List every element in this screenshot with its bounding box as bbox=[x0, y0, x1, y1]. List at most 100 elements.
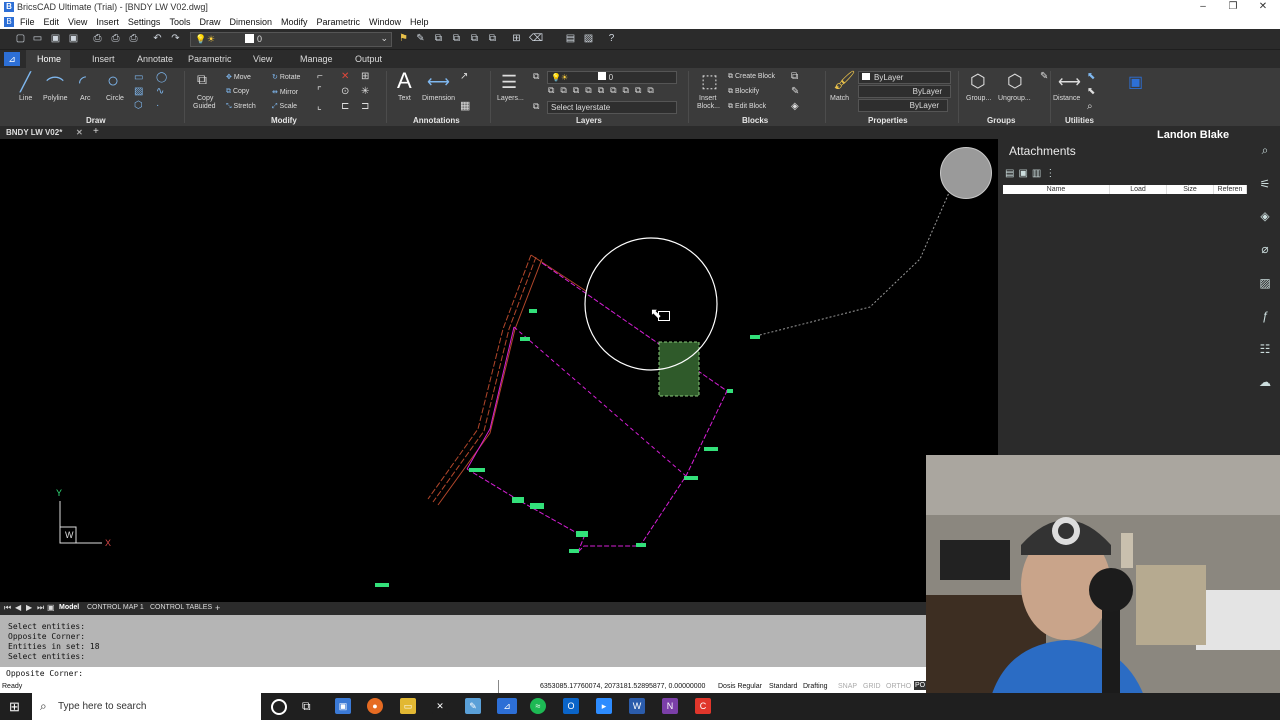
layer-tool-icon[interactable]: ⚑ bbox=[398, 33, 409, 44]
eraser-icon[interactable]: ⌫ bbox=[529, 33, 543, 44]
save-as-icon[interactable]: ▣ bbox=[68, 33, 79, 44]
menu-dimension[interactable]: Dimension bbox=[229, 17, 272, 27]
ungroup-icon[interactable]: ⬡ bbox=[1007, 71, 1023, 92]
menu-view[interactable]: View bbox=[68, 17, 87, 27]
navigation-wheel-icon[interactable] bbox=[940, 147, 992, 199]
close-icon[interactable]: ✕ bbox=[1248, 1, 1278, 13]
copy-guided-icon[interactable]: ⧉ bbox=[197, 71, 207, 88]
layers-panel-icon[interactable]: ◈ bbox=[1258, 209, 1272, 223]
document-tab[interactable]: BNDY LW V02* ✕ bbox=[0, 126, 96, 139]
plot-icon[interactable]: ⎙ bbox=[92, 33, 103, 44]
close-tab-icon[interactable]: ✕ bbox=[76, 126, 83, 139]
tab-insert[interactable]: Insert bbox=[92, 54, 115, 64]
command-line[interactable]: Opposite Corner: bbox=[0, 667, 926, 680]
layerstate-icon[interactable]: ⧉ bbox=[533, 101, 539, 112]
status-dimstyle[interactable]: Standard bbox=[769, 683, 797, 690]
drawing-canvas[interactable]: Y X W ⬉ bbox=[0, 139, 998, 602]
tab-parametric[interactable]: Parametric bbox=[188, 54, 232, 64]
attachments-icon[interactable]: ⌀ bbox=[1258, 242, 1272, 256]
insert-block-icon[interactable]: ⬚ bbox=[701, 71, 718, 92]
onenote-icon[interactable]: N bbox=[662, 698, 678, 714]
col-reference[interactable]: Referen bbox=[1213, 185, 1247, 194]
menu-settings[interactable]: Settings bbox=[128, 17, 161, 27]
first-layout-icon[interactable]: ⏮ bbox=[4, 603, 11, 613]
layer-walk-icon[interactable]: ⧉ bbox=[451, 33, 462, 44]
tab-model[interactable]: Model bbox=[59, 604, 79, 611]
app-c-icon[interactable]: C bbox=[695, 698, 711, 714]
hatch-icon[interactable]: ▨ bbox=[134, 86, 143, 97]
function-icon[interactable]: ƒ bbox=[1258, 309, 1272, 323]
bricscad-logo-icon[interactable]: ⊿ bbox=[4, 52, 20, 66]
scale-button[interactable]: ⤢ Scale bbox=[272, 103, 297, 111]
bricscad-taskbar-icon[interactable]: ⊿ bbox=[497, 698, 517, 714]
erase-icon[interactable]: ✕ bbox=[341, 71, 349, 82]
taskbar-search[interactable]: ⌕ Type here to search bbox=[32, 693, 261, 720]
next-layout-icon[interactable]: ▶ bbox=[26, 603, 32, 612]
region-icon[interactable]: ⬡ bbox=[134, 100, 143, 111]
copy-button[interactable]: ⧉ Copy bbox=[226, 88, 249, 96]
edit-block-button[interactable]: ⧉ Edit Block bbox=[728, 103, 766, 111]
circle-icon[interactable]: ○ bbox=[107, 70, 119, 93]
layer-dropdown[interactable]: 💡 ☀ 0 ⌄ bbox=[190, 32, 392, 47]
offset-icon[interactable]: ⊙ bbox=[341, 86, 349, 97]
outlook-icon[interactable]: O bbox=[563, 698, 579, 714]
line-icon[interactable]: ╱ bbox=[20, 72, 31, 93]
status-font[interactable]: Dosis Regular bbox=[718, 683, 762, 690]
layerstate-dropdown[interactable]: Select layerstate bbox=[547, 101, 677, 114]
app-menu-icon[interactable]: B bbox=[4, 17, 14, 27]
rectangle-icon[interactable]: ▭ bbox=[134, 72, 143, 83]
group-edit-icon[interactable]: ✎ bbox=[1040, 71, 1048, 82]
status-workspace[interactable]: Drafting bbox=[803, 683, 828, 690]
feather-icon[interactable]: ✎ bbox=[465, 698, 481, 714]
menu-parametric[interactable]: Parametric bbox=[317, 17, 361, 27]
block-attr-icon[interactable]: ⧉ bbox=[791, 71, 798, 82]
rotate-button[interactable]: ↻ Rotate bbox=[272, 73, 300, 81]
save-icon[interactable]: ▣ bbox=[50, 33, 61, 44]
distance-icon[interactable]: ⟷ bbox=[1058, 72, 1081, 92]
trim-icon[interactable]: ⌐ bbox=[317, 71, 323, 82]
cortana-icon[interactable] bbox=[271, 699, 287, 715]
properties-icon[interactable]: ⚟ bbox=[1258, 177, 1272, 191]
match-properties-icon[interactable]: 🖌 bbox=[833, 70, 856, 91]
app-x-icon[interactable]: ✕ bbox=[432, 698, 448, 714]
arc-icon[interactable]: ◜ bbox=[79, 72, 86, 93]
brush-icon[interactable]: ✎ bbox=[415, 33, 426, 44]
task-view-icon[interactable]: ⧉ bbox=[302, 699, 311, 714]
add-layout-button[interactable]: + bbox=[215, 603, 220, 613]
linetype-dropdown[interactable]: ByLayer bbox=[858, 85, 951, 98]
restore-icon[interactable]: ❐ bbox=[1218, 1, 1248, 13]
publish-icon[interactable]: ⎙ bbox=[128, 33, 139, 44]
quick-select-icon[interactable]: ⬉ bbox=[1087, 86, 1095, 97]
blockify-button[interactable]: ⧉ Blockify bbox=[728, 88, 759, 96]
layer-iso-icon[interactable]: ⧉ bbox=[433, 33, 444, 44]
layers-dropdown[interactable]: 💡☀ 0 bbox=[547, 71, 677, 84]
menu-help[interactable]: Help bbox=[410, 17, 429, 27]
store-icon[interactable]: ▣ bbox=[335, 698, 351, 714]
calculator-icon[interactable]: ▤ bbox=[565, 33, 576, 44]
menu-file[interactable]: File bbox=[20, 17, 35, 27]
block-extra-icon[interactable]: ◈ bbox=[791, 101, 799, 112]
leader-icon[interactable]: ↗ bbox=[460, 71, 468, 82]
minimize-icon[interactable]: – bbox=[1188, 1, 1218, 13]
new-tab-icon[interactable]: + bbox=[93, 126, 99, 137]
layer-prev-icon[interactable]: ⧉ bbox=[469, 33, 480, 44]
explode-icon[interactable]: ✳ bbox=[361, 86, 369, 97]
select-icon[interactable]: ⬉ bbox=[1087, 71, 1095, 82]
join-icon[interactable]: ⊐ bbox=[361, 101, 369, 112]
color-dropdown[interactable]: ByLayer bbox=[858, 71, 951, 84]
col-name[interactable]: Name bbox=[1003, 185, 1110, 194]
col-size[interactable]: Size bbox=[1166, 185, 1214, 194]
status-snap[interactable]: SNAP bbox=[838, 683, 857, 690]
attach-toolbar-icons[interactable]: ▤▣▥⋮ bbox=[1005, 168, 1059, 179]
word-icon[interactable]: W bbox=[629, 698, 645, 714]
point-icon[interactable]: · bbox=[156, 100, 159, 111]
tab-home[interactable]: Home bbox=[37, 54, 61, 64]
help-icon[interactable]: ? bbox=[606, 33, 617, 44]
layer-props-icon[interactable]: ⧉ bbox=[533, 71, 539, 82]
new-file-icon[interactable]: ▢ bbox=[15, 33, 26, 44]
grid-icon[interactable]: ⊞ bbox=[511, 33, 522, 44]
menu-draw[interactable]: Draw bbox=[199, 17, 220, 27]
layer-off-icon[interactable]: ⧉ bbox=[487, 33, 498, 44]
fillet-icon[interactable]: ⌜ bbox=[317, 86, 322, 97]
dimension-icon[interactable]: ⟷ bbox=[427, 72, 450, 92]
